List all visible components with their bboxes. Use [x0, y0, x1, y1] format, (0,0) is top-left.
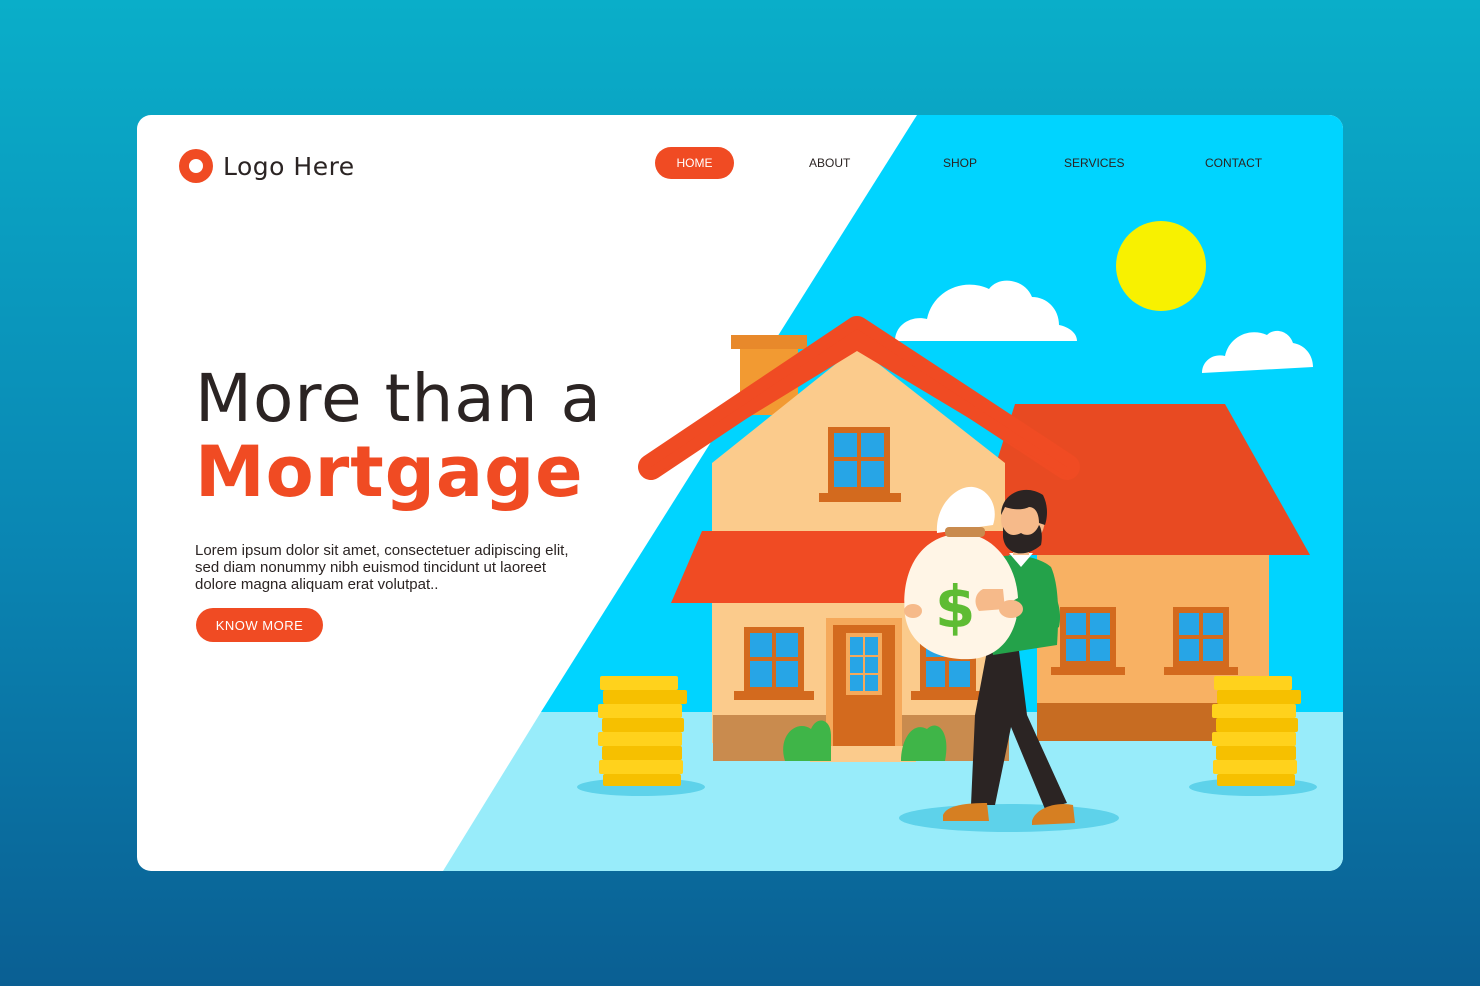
landing-page-card: $ Logo Here HOME ABOUT SHOP SERVICES CON… [137, 115, 1343, 871]
logo[interactable]: Logo Here [179, 149, 355, 183]
hero-headline: More than a Mortgage [195, 360, 602, 513]
logo-text: Logo Here [223, 151, 355, 181]
main-navigation: HOME ABOUT SHOP SERVICES CONTACT [655, 147, 1295, 179]
nav-about[interactable]: ABOUT [809, 147, 850, 179]
coin-stack-left [598, 676, 687, 786]
hero-title-line1: More than a [195, 360, 602, 437]
hero-title-line2: Mortgage [195, 431, 584, 513]
hero-description: Lorem ipsum dolor sit amet, consectetuer… [195, 542, 569, 593]
logo-circle-icon [179, 149, 213, 183]
coin-stack-right [1212, 676, 1301, 786]
know-more-button[interactable]: KNOW MORE [196, 608, 323, 642]
nav-services[interactable]: SERVICES [1064, 147, 1124, 179]
nav-home[interactable]: HOME [655, 147, 734, 179]
nav-contact[interactable]: CONTACT [1205, 147, 1262, 179]
nav-shop[interactable]: SHOP [943, 147, 977, 179]
man-shadow [899, 804, 1119, 832]
sun-icon [1116, 221, 1206, 311]
dollar-sign-icon: $ [935, 573, 975, 641]
